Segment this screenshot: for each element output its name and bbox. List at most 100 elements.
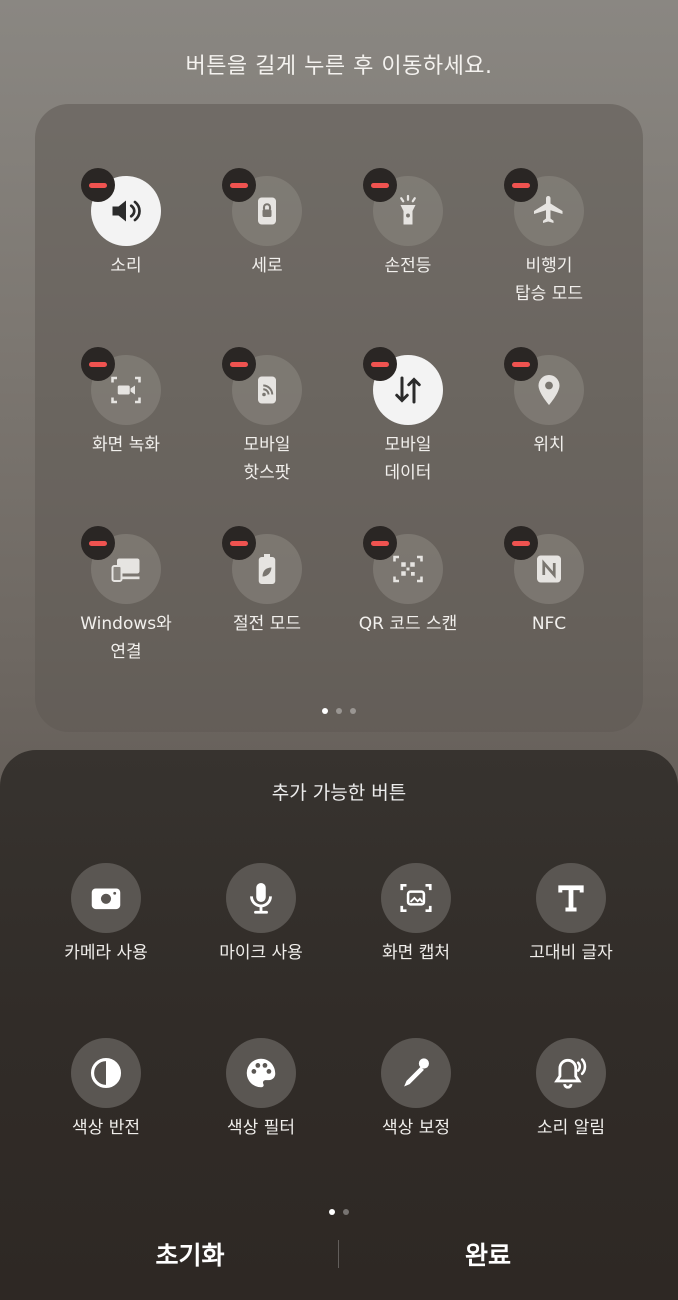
remove-badge-icon[interactable] <box>504 168 538 202</box>
sound-notification-icon <box>554 1058 587 1089</box>
tile-label: 손전등 <box>384 256 432 276</box>
available-camera[interactable]: 카메라 사용 <box>31 863 181 967</box>
remove-badge-icon[interactable] <box>81 526 115 560</box>
available-color-filter[interactable]: 색상 필터 <box>186 1038 336 1142</box>
tile-circle[interactable] <box>222 168 302 246</box>
tile-label: 화면 녹화 <box>92 435 160 455</box>
active-buttons-panel: 소리 세로 손전등 비행기 탑승 모드 화면 녹화 모바일 핫스팟 모바일 데이… <box>35 104 643 732</box>
tile-nfc[interactable]: NFC <box>474 526 624 638</box>
tile-location[interactable]: 위치 <box>474 347 624 459</box>
page-dot <box>336 708 342 714</box>
tile-qr-scan[interactable]: QR 코드 스캔 <box>333 526 483 638</box>
tile-portrait[interactable]: 세로 <box>192 168 342 280</box>
available-label: 마이크 사용 <box>219 943 303 963</box>
reset-button[interactable]: 초기화 <box>40 1236 340 1272</box>
page-dot <box>350 708 356 714</box>
tile-label: Windows와 연결 <box>80 614 172 662</box>
tile-circle[interactable] <box>363 168 443 246</box>
tile-circle[interactable] <box>222 347 302 425</box>
remove-badge-icon[interactable] <box>222 168 256 202</box>
available-label: 카메라 사용 <box>64 943 148 963</box>
remove-badge-icon[interactable] <box>504 526 538 560</box>
available-sound-notification[interactable]: 소리 알림 <box>496 1038 646 1142</box>
tile-circle[interactable] <box>504 347 584 425</box>
remove-badge-icon[interactable] <box>363 526 397 560</box>
screen-record-icon <box>111 376 141 404</box>
tile-circle[interactable] <box>504 526 584 604</box>
available-label: 색상 반전 <box>72 1118 140 1138</box>
tile-circle[interactable] <box>81 526 161 604</box>
done-button[interactable]: 완료 <box>338 1236 638 1272</box>
tile-circle[interactable] <box>363 347 443 425</box>
page-indicator-top <box>35 699 643 718</box>
tile-circle[interactable] <box>222 526 302 604</box>
remove-badge-icon[interactable] <box>222 347 256 381</box>
tile-circle[interactable] <box>81 168 161 246</box>
color-correction-icon <box>404 1058 429 1087</box>
tile-circle[interactable] <box>363 526 443 604</box>
tile-power-saving[interactable]: 절전 모드 <box>192 526 342 638</box>
portrait-lock-icon <box>258 197 276 225</box>
mobile-data-icon <box>395 376 421 404</box>
available-label: 소리 알림 <box>537 1118 605 1138</box>
tile-hotspot[interactable]: 모바일 핫스팟 <box>192 347 342 487</box>
available-label: 색상 보정 <box>382 1118 450 1138</box>
available-label: 화면 캡처 <box>382 943 450 963</box>
remove-badge-icon[interactable] <box>363 168 397 202</box>
tile-label: 위치 <box>533 435 565 455</box>
remove-badge-icon[interactable] <box>81 347 115 381</box>
tile-label: 모바일 데이터 <box>384 435 432 483</box>
available-color-inversion[interactable]: 색상 반전 <box>31 1038 181 1142</box>
remove-badge-icon[interactable] <box>222 526 256 560</box>
color-filter-icon <box>246 1058 276 1088</box>
tile-link-to-windows[interactable]: Windows와 연결 <box>51 526 201 666</box>
available-circle[interactable] <box>71 1038 141 1108</box>
tile-label: 모바일 핫스팟 <box>243 435 291 483</box>
available-color-correction[interactable]: 색상 보정 <box>341 1038 491 1142</box>
available-circle[interactable] <box>71 863 141 933</box>
tile-circle[interactable] <box>81 347 161 425</box>
available-microphone[interactable]: 마이크 사용 <box>186 863 336 967</box>
tile-mobile-data[interactable]: 모바일 데이터 <box>333 347 483 487</box>
color-inversion-icon <box>90 1057 122 1089</box>
available-buttons-sheet: 추가 가능한 버튼 카메라 사용 마이크 사용 화면 캡처 고대비 글자 색상 … <box>0 750 678 1300</box>
qr-scan-icon <box>393 555 423 583</box>
tile-screen-record[interactable]: 화면 녹화 <box>51 347 201 459</box>
page-indicator-bottom <box>0 1200 678 1219</box>
page-dot <box>329 1209 335 1215</box>
flashlight-icon <box>400 194 416 225</box>
remove-badge-icon[interactable] <box>363 347 397 381</box>
tile-label: QR 코드 스캔 <box>358 614 458 634</box>
remove-badge-icon[interactable] <box>504 347 538 381</box>
available-circle[interactable] <box>381 1038 451 1108</box>
high-contrast-font-icon <box>558 885 584 912</box>
screen-capture-icon <box>400 883 432 913</box>
airplane-icon <box>534 196 563 223</box>
nfc-icon <box>537 555 561 583</box>
tile-label: 소리 <box>110 256 142 276</box>
tile-airplane[interactable]: 비행기 탑승 모드 <box>474 168 624 308</box>
available-buttons-title: 추가 가능한 버튼 <box>271 782 407 804</box>
available-circle[interactable] <box>536 1038 606 1108</box>
available-high-contrast-font[interactable]: 고대비 글자 <box>496 863 646 967</box>
available-label: 고대비 글자 <box>529 943 613 963</box>
link-to-windows-icon <box>111 558 140 582</box>
tile-label: NFC <box>531 614 567 634</box>
tile-flashlight[interactable]: 손전등 <box>333 168 483 280</box>
available-circle[interactable] <box>226 863 296 933</box>
available-screen-capture[interactable]: 화면 캡처 <box>341 863 491 967</box>
tile-sound[interactable]: 소리 <box>51 168 201 280</box>
tile-circle[interactable] <box>504 168 584 246</box>
available-circle[interactable] <box>226 1038 296 1108</box>
available-circle[interactable] <box>536 863 606 933</box>
available-circle[interactable] <box>381 863 451 933</box>
camera-icon <box>91 888 121 910</box>
remove-badge-icon[interactable] <box>81 168 115 202</box>
tile-label: 세로 <box>251 256 283 276</box>
tile-label: 비행기 탑승 모드 <box>515 256 583 304</box>
instruction-text: 버튼을 길게 누른 후 이동하세요. <box>185 54 493 79</box>
hotspot-icon <box>258 376 276 404</box>
page-dot <box>322 708 328 714</box>
volume-icon <box>112 200 141 222</box>
power-saving-icon <box>258 554 276 584</box>
